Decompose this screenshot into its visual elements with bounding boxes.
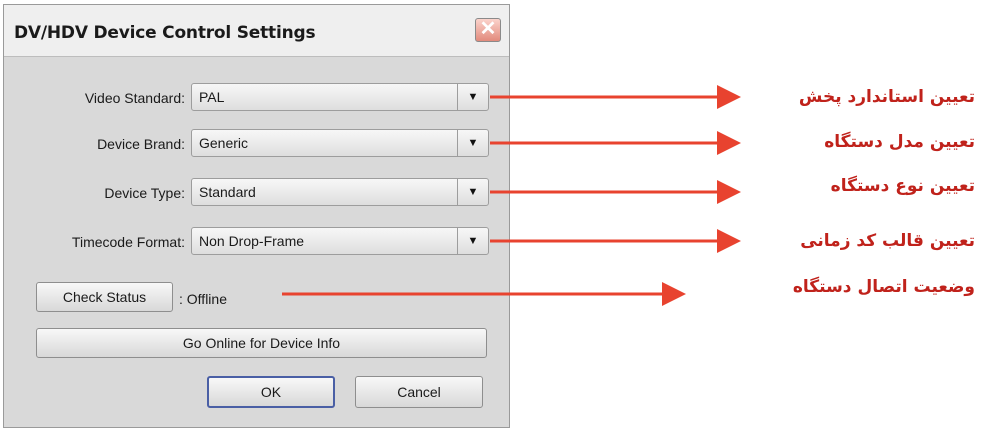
annotation-device-type: تعیین نوع دستگاه bbox=[830, 176, 975, 196]
annotation-timecode-format: تعیین قالب کد زمانی bbox=[800, 231, 975, 251]
annotation-arrows bbox=[282, 85, 741, 306]
annotation-device-brand: تعیین مدل دستگاه bbox=[824, 132, 975, 152]
annotation-connection-status: وضعیت اتصال دستگاه bbox=[792, 277, 975, 297]
annotation-video-standard: تعیین استاندارد پخش bbox=[798, 87, 975, 107]
